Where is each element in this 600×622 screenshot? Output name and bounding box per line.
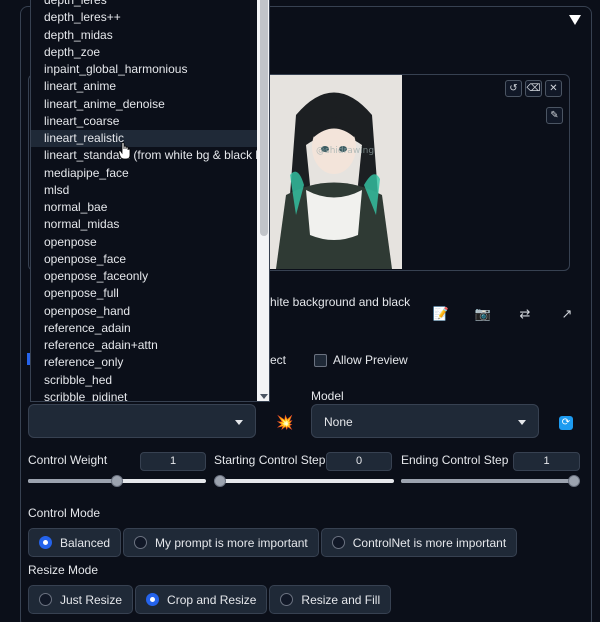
mouse-cursor-icon	[118, 142, 131, 160]
radio-icon	[39, 593, 52, 606]
model-select[interactable]: None	[311, 404, 539, 438]
dropdown-option[interactable]: openpose_face	[31, 251, 257, 268]
scroll-down-icon[interactable]	[260, 394, 268, 399]
brush-icon[interactable]: ✎	[546, 107, 563, 124]
undo-icon[interactable]: ↺	[505, 80, 522, 97]
chevron-down-icon	[235, 420, 243, 425]
dropdown-option[interactable]: reference_only	[31, 354, 257, 371]
resize-mode-label: Resize Mode	[28, 563, 99, 577]
scrollbar-thumb[interactable]	[260, 0, 268, 236]
edit-icon[interactable]: 📝	[432, 305, 450, 323]
dropdown-option[interactable]: depth_leres	[31, 0, 257, 9]
resize-mode-just-resize[interactable]: Just Resize	[28, 585, 134, 614]
resize-mode-group: Just Resize Crop and Resize Resize and F…	[28, 585, 392, 614]
slider-thumb[interactable]	[111, 475, 123, 487]
radio-label: ControlNet is more important	[352, 535, 507, 550]
dropdown-option[interactable]: reference_adain	[31, 320, 257, 337]
dropdown-option[interactable]: depth_zoe	[31, 44, 257, 61]
dropdown-option[interactable]: openpose_full	[31, 285, 257, 302]
slider-thumb[interactable]	[568, 475, 580, 487]
radio-icon	[280, 593, 294, 606]
radio-label: My prompt is more important	[155, 535, 308, 550]
allow-preview-checkbox[interactable]	[314, 353, 327, 367]
dropdown-option[interactable]: scribble_pidinet	[31, 389, 257, 401]
allow-preview-label: Allow Preview	[333, 353, 408, 367]
control-mode-group: Balanced My prompt is more important Con…	[28, 528, 518, 557]
dropdown-option[interactable]: lineart_realistic	[31, 130, 257, 148]
radio-label: Resize and Fill	[301, 592, 381, 607]
watermark: @shidrawing	[316, 146, 374, 156]
camera-icon[interactable]: 📷	[474, 305, 492, 323]
preprocessor-select[interactable]	[28, 404, 256, 438]
dropdown-option[interactable]: normal_midas	[31, 216, 257, 233]
control-mode-controlnet[interactable]: ControlNet is more important	[320, 528, 518, 557]
dropdown-option[interactable]: mlsd	[31, 182, 257, 199]
ending-step-label: Ending Control Step	[401, 453, 509, 467]
control-mode-prompt[interactable]: My prompt is more important	[123, 528, 319, 557]
radio-icon	[134, 536, 148, 549]
dropdown-option[interactable]: lineart_anime	[31, 78, 257, 95]
ending-step-slider[interactable]	[401, 471, 580, 491]
dropdown-option[interactable]: openpose_hand	[31, 303, 257, 320]
dropdown-option[interactable]: reference_adain+attn	[31, 337, 257, 354]
dropdown-option[interactable]: depth_leres++	[31, 9, 257, 26]
dropdown-option[interactable]: normal_bae	[31, 199, 257, 216]
starting-step-input[interactable]: 0	[326, 452, 392, 471]
control-weight-slider[interactable]	[28, 471, 206, 491]
dropdown-option[interactable]: scribble_hed	[31, 372, 257, 389]
slider-thumb[interactable]	[214, 475, 226, 487]
send-icon[interactable]: ↗	[558, 305, 576, 323]
control-weight-label: Control Weight	[28, 453, 108, 467]
radio-label: Crop and Resize	[167, 592, 257, 607]
girl-illustration: @shidrawing	[266, 75, 402, 269]
pixel-perfect-label-fragment: ect	[270, 353, 287, 367]
chevron-down-icon	[518, 420, 526, 425]
dropdown-option[interactable]: mediapipe_face	[31, 165, 257, 182]
collapse-arrow-icon[interactable]	[569, 15, 581, 25]
starting-step-label: Starting Control Step	[214, 453, 326, 467]
model-label: Model	[311, 389, 344, 403]
preprocessor-dropdown-list[interactable]: depth_leres depth_leres++ depth_midas depth…	[30, 0, 270, 402]
dropdown-option[interactable]: lineart_anime_denoise	[31, 96, 257, 113]
control-mode-label: Control Mode	[28, 506, 101, 520]
preprocessor-description: hite background and black	[270, 295, 411, 309]
control-mode-balanced[interactable]: Balanced	[28, 528, 122, 557]
image-toolbar: ↺ ⌫ ✕	[505, 80, 562, 97]
resize-mode-crop-and-resize[interactable]: Crop and Resize	[135, 585, 268, 614]
close-icon[interactable]: ✕	[545, 80, 562, 97]
dropdown-scrollbar[interactable]	[257, 0, 269, 401]
resize-mode-resize-and-fill[interactable]: Resize and Fill	[269, 585, 392, 614]
eraser-icon[interactable]: ⌫	[525, 80, 542, 97]
allow-preview-row[interactable]: Allow Preview	[314, 353, 408, 367]
control-weight-input[interactable]: 1	[140, 452, 206, 471]
dropdown-option[interactable]: openpose	[31, 234, 257, 251]
dropdown-option[interactable]: lineart_coarse	[31, 113, 257, 130]
model-value: None	[324, 415, 353, 429]
radio-icon	[146, 593, 160, 606]
dropdown-option[interactable]: inpaint_global_harmonious	[31, 61, 257, 78]
ending-step-input[interactable]: 1	[513, 452, 580, 471]
radio-label: Just Resize	[60, 592, 123, 607]
run-preprocessor-icon[interactable]: 💥	[276, 414, 293, 431]
radio-icon	[331, 536, 345, 549]
radio-label: Balanced	[60, 535, 111, 550]
refresh-models-icon[interactable]: ⟳	[559, 416, 573, 430]
starting-step-slider[interactable]	[214, 471, 394, 491]
dropdown-options: depth_leres depth_leres++ depth_midas depth…	[31, 0, 269, 401]
dropdown-option[interactable]: depth_midas	[31, 27, 257, 44]
swap-icon[interactable]: ⇄	[516, 305, 534, 323]
action-icons: 📝 📷 ⇄ ↗	[432, 305, 576, 323]
input-image: @shidrawing	[266, 75, 402, 269]
dropdown-option[interactable]: lineart_standard (from white bg & black …	[31, 147, 269, 164]
radio-icon	[39, 536, 52, 549]
dropdown-option[interactable]: openpose_faceonly	[31, 268, 257, 285]
